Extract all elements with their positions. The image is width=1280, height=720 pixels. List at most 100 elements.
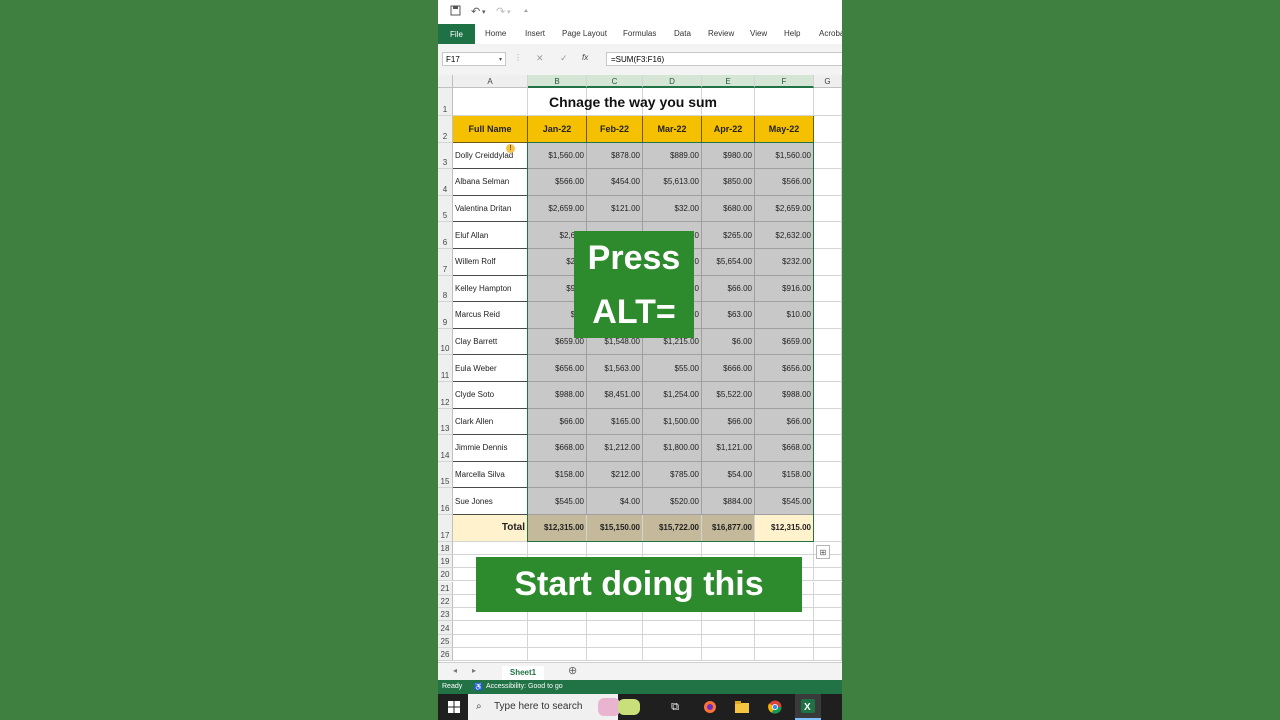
amount-cell[interactable]: $656.00	[755, 355, 814, 382]
column-title-cell[interactable]: Full Name	[453, 116, 528, 143]
name-cell[interactable]: Jimmie Dennis	[453, 435, 528, 462]
grid-cell[interactable]	[755, 621, 814, 635]
amount-cell[interactable]: $545.00	[755, 488, 814, 515]
name-cell[interactable]: Dolly Creiddylad	[453, 142, 528, 170]
row-header-4[interactable]: 4	[438, 169, 453, 196]
total-cell[interactable]: $12,315.00	[528, 515, 587, 542]
row-header-22[interactable]: 22	[438, 594, 453, 609]
column-header-a[interactable]: A	[453, 75, 528, 88]
grid-cell[interactable]	[814, 515, 842, 542]
grid-cell[interactable]	[814, 328, 842, 356]
accessibility-status[interactable]: Accessibility: Good to go	[486, 683, 563, 690]
prev-sheet-icon[interactable]: ◂	[453, 666, 457, 675]
name-cell[interactable]: Valentina Dritan	[453, 195, 528, 223]
column-header-e[interactable]: E	[702, 75, 755, 88]
amount-cell[interactable]: $265.00	[702, 222, 755, 249]
tab-file[interactable]: File	[438, 24, 475, 44]
tab-formulas[interactable]: Formulas	[623, 29, 656, 38]
formula-input[interactable]: =SUM(F3:F16)	[606, 52, 842, 66]
grid-cell[interactable]	[814, 594, 842, 609]
grid-cell[interactable]	[587, 541, 643, 555]
amount-cell[interactable]: $5,613.00	[643, 169, 702, 196]
total-cell[interactable]: $15,150.00	[587, 515, 643, 542]
undo-dropdown-icon[interactable]: ▾	[482, 8, 486, 16]
row-header-5[interactable]: 5	[438, 195, 453, 223]
column-title-cell[interactable]: May-22	[755, 116, 814, 143]
amount-cell[interactable]: $5,522.00	[702, 382, 755, 409]
taskbar-search[interactable]: ⌕ Type here to search	[468, 694, 640, 720]
amount-cell[interactable]: $54.00	[702, 461, 755, 489]
tab-acrobat[interactable]: Acroba	[819, 29, 842, 38]
row-header-25[interactable]: 25	[438, 634, 453, 648]
amount-cell[interactable]: $785.00	[643, 461, 702, 489]
grid-cell[interactable]	[755, 634, 814, 648]
row-header-9[interactable]: 9	[438, 302, 453, 329]
total-label-cell[interactable]: Total	[453, 515, 528, 542]
grid-cell[interactable]	[814, 116, 842, 143]
amount-cell[interactable]: $1,560.00	[528, 142, 587, 170]
amount-cell[interactable]: $980.00	[702, 142, 755, 170]
amount-cell[interactable]: $884.00	[702, 488, 755, 515]
total-cell[interactable]: $12,315.00	[755, 515, 814, 542]
amount-cell[interactable]: $66.00	[528, 408, 587, 436]
amount-cell[interactable]: $668.00	[528, 435, 587, 462]
name-cell[interactable]: Sue Jones	[453, 488, 528, 515]
amount-cell[interactable]: $1,121.00	[702, 435, 755, 462]
total-cell[interactable]: $15,722.00	[643, 515, 702, 542]
chevron-down-icon[interactable]: ▾	[499, 53, 502, 67]
quick-analysis-icon[interactable]: ⊞	[816, 545, 830, 559]
name-cell[interactable]: Kelley Hampton	[453, 275, 528, 303]
row-header-11[interactable]: 11	[438, 355, 453, 382]
customize-qat-icon[interactable]: ⩡	[524, 8, 528, 16]
amount-cell[interactable]: $566.00	[755, 169, 814, 196]
amount-cell[interactable]: $680.00	[702, 195, 755, 223]
grid-cell[interactable]	[814, 302, 842, 329]
amount-cell[interactable]: $1,254.00	[643, 382, 702, 409]
row-header-20[interactable]: 20	[438, 568, 453, 582]
column-header-f[interactable]: F	[755, 75, 814, 88]
amount-cell[interactable]: $158.00	[755, 461, 814, 489]
name-cell[interactable]: Marcus Reid	[453, 302, 528, 329]
grid-cell[interactable]	[453, 621, 528, 635]
firefox-icon[interactable]	[699, 694, 721, 720]
amount-cell[interactable]: $63.00	[702, 302, 755, 329]
grid-cell[interactable]	[587, 621, 643, 635]
file-explorer-icon[interactable]	[731, 694, 753, 720]
amount-cell[interactable]: $668.00	[755, 435, 814, 462]
tab-data[interactable]: Data	[674, 29, 691, 38]
amount-cell[interactable]: $988.00	[755, 382, 814, 409]
name-cell[interactable]: Eula Weber	[453, 355, 528, 382]
grid-cell[interactable]	[702, 648, 755, 662]
grid-cell[interactable]	[814, 435, 842, 462]
windows-start-icon[interactable]	[443, 694, 465, 720]
column-title-cell[interactable]: Apr-22	[702, 116, 755, 143]
amount-cell[interactable]: $454.00	[587, 169, 643, 196]
amount-cell[interactable]: $889.00	[643, 142, 702, 170]
amount-cell[interactable]: $916.00	[755, 275, 814, 303]
amount-cell[interactable]: $4.00	[587, 488, 643, 515]
tab-page-layout[interactable]: Page Layout	[562, 29, 607, 38]
save-icon[interactable]	[450, 5, 461, 19]
chrome-icon[interactable]	[764, 694, 786, 720]
amount-cell[interactable]: $659.00	[755, 328, 814, 356]
name-cell[interactable]: Eluf Allan	[453, 222, 528, 249]
grid-cell[interactable]	[453, 648, 528, 662]
name-cell[interactable]: Clark Allen	[453, 408, 528, 436]
row-header-7[interactable]: 7	[438, 249, 453, 276]
name-cell[interactable]: Clyde Soto	[453, 382, 528, 409]
grid-cell[interactable]	[643, 648, 702, 662]
amount-cell[interactable]: $545.00	[528, 488, 587, 515]
row-header-6[interactable]: 6	[438, 222, 453, 249]
row-header-10[interactable]: 10	[438, 328, 453, 356]
row-header-19[interactable]: 19	[438, 554, 453, 569]
grid-cell[interactable]	[643, 541, 702, 555]
row-header-15[interactable]: 15	[438, 461, 453, 489]
amount-cell[interactable]: $66.00	[755, 408, 814, 436]
tab-home[interactable]: Home	[485, 29, 506, 38]
grid-cell[interactable]	[453, 634, 528, 648]
grid-cell[interactable]	[814, 581, 842, 595]
add-sheet-icon[interactable]: ⊕	[568, 664, 577, 677]
row-header-23[interactable]: 23	[438, 608, 453, 622]
redo-icon[interactable]: ↷	[496, 5, 505, 18]
amount-cell[interactable]: $6.00	[702, 328, 755, 356]
